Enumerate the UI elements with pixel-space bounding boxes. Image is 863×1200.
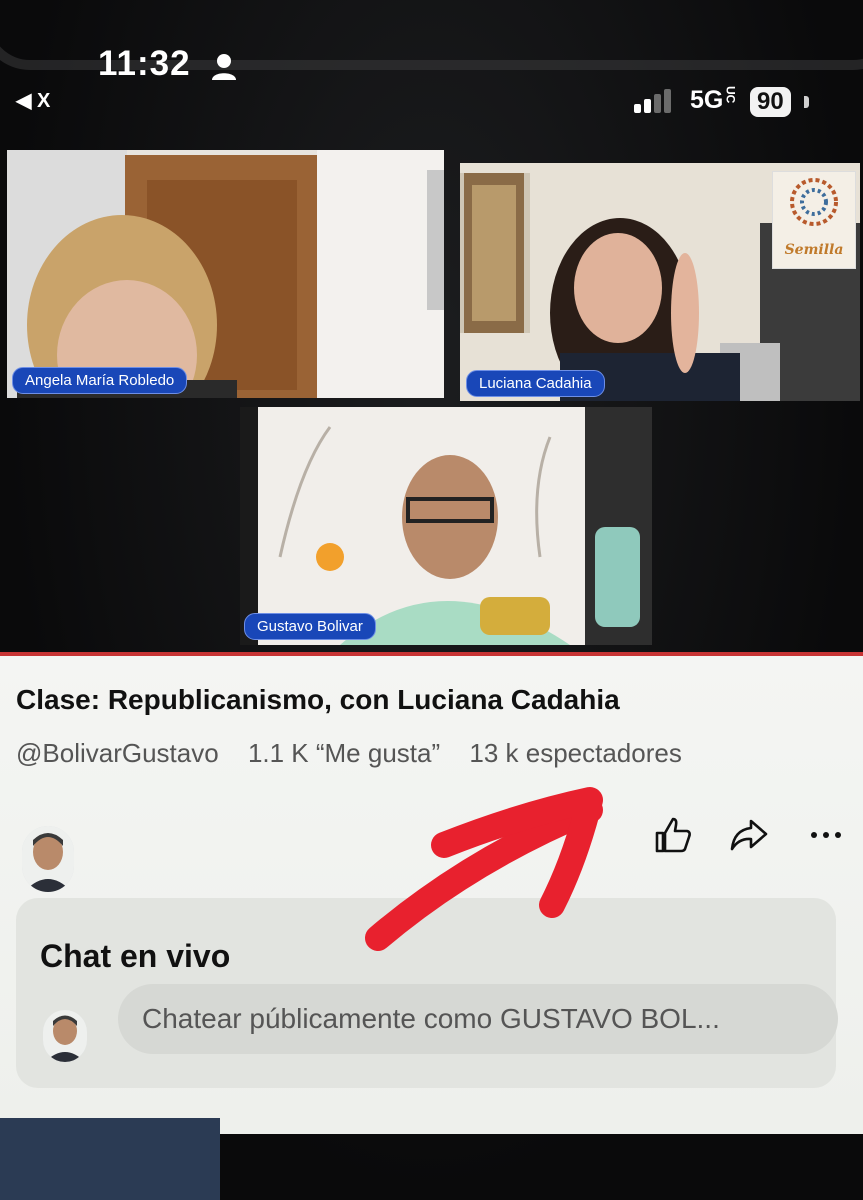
- channel-avatar[interactable]: [22, 826, 74, 892]
- participant-name-tag: Angela María Robledo: [12, 367, 188, 394]
- user-avatar: [43, 1010, 87, 1062]
- participant-name-tag: Luciana Cadahia: [466, 370, 605, 397]
- back-to-app-button[interactable]: ◀ X: [16, 88, 50, 113]
- thumbs-up-icon[interactable]: [653, 815, 693, 855]
- back-app-label: X: [36, 90, 51, 112]
- video-title: Clase: Republicanismo, con Luciana Cadah…: [16, 684, 620, 715]
- background-strip: [0, 1118, 220, 1200]
- chat-input[interactable]: Chatear públicamente como GUSTAVO BOL...: [118, 984, 838, 1054]
- network-sub-label: UC: [723, 86, 738, 104]
- share-icon[interactable]: [729, 815, 769, 855]
- network-indicator: 5GUC: [690, 86, 737, 115]
- battery-tip: [804, 96, 809, 108]
- semilla-logo-graphic: [790, 178, 838, 226]
- live-chat-title: Chat en vivo: [40, 938, 231, 974]
- network-label: 5G: [690, 86, 724, 114]
- status-time: 11:32: [98, 44, 191, 83]
- person-icon: [212, 54, 236, 80]
- channel-handle[interactable]: @BolivarGustavo: [16, 738, 219, 768]
- participant-video-frame: [240, 407, 652, 645]
- battery-indicator: 90: [750, 87, 791, 117]
- user-avatar-image: [43, 1010, 87, 1062]
- video-tile-gustavo[interactable]: Gustavo Bolivar: [240, 407, 652, 645]
- participant-video-frame: [7, 150, 444, 398]
- likes-count: 1.1 K “Me gusta”: [247, 738, 441, 768]
- semilla-logo: Semilla: [772, 171, 856, 269]
- cellular-signal-icon: [634, 89, 671, 113]
- video-tile-angela[interactable]: Angela María Robledo: [7, 150, 444, 398]
- viewers-count: 13 k espectadores: [469, 738, 682, 768]
- participant-name-tag: Gustavo Bolivar: [244, 613, 376, 640]
- video-meta: @BolivarGustavo 1.1 K “Me gusta” 13 k es…: [16, 738, 704, 769]
- video-tile-luciana[interactable]: Semilla Luciana Cadahia: [460, 163, 860, 401]
- semilla-logo-text: Semilla: [784, 242, 844, 258]
- back-arrow-icon: ◀: [16, 90, 32, 112]
- channel-avatar-image: [22, 826, 74, 892]
- more-icon[interactable]: [806, 815, 846, 855]
